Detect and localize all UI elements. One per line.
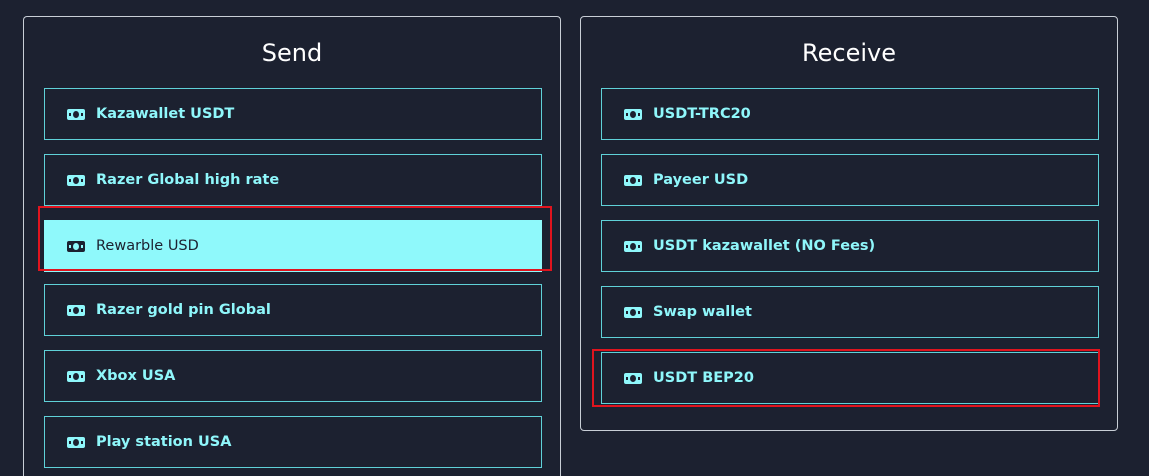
option-label: Kazawallet USDT xyxy=(96,106,235,122)
money-bill-icon xyxy=(67,240,85,252)
receive-option-swap-wallet[interactable]: Swap wallet xyxy=(601,286,1099,338)
option-label: Play station USA xyxy=(96,434,232,450)
receive-title: Receive xyxy=(802,39,896,67)
money-bill-icon xyxy=(624,108,642,120)
send-option-razer-gold-pin-global[interactable]: Razer gold pin Global xyxy=(44,284,542,336)
option-label: Payeer USD xyxy=(653,172,749,188)
send-option-kazawallet-usdt[interactable]: Kazawallet USDT xyxy=(44,88,542,140)
receive-option-usdt-trc20[interactable]: USDT-TRC20 xyxy=(601,88,1099,140)
option-label: Xbox USA xyxy=(96,368,176,384)
money-bill-icon xyxy=(67,304,85,316)
money-bill-icon xyxy=(67,370,85,382)
send-option-xbox-usa[interactable]: Xbox USA xyxy=(44,350,542,402)
option-label: Razer gold pin Global xyxy=(96,302,271,318)
option-label: USDT BEP20 xyxy=(653,370,754,386)
receive-panel: Receive USDT-TRC20 Payeer USD USDT kazaw… xyxy=(580,16,1118,431)
money-bill-icon xyxy=(67,108,85,120)
money-bill-icon xyxy=(624,174,642,186)
send-option-rewarble-usd[interactable]: Rewarble USD xyxy=(44,220,542,272)
money-bill-icon xyxy=(67,436,85,448)
option-label: USDT kazawallet (NO Fees) xyxy=(653,238,876,254)
money-bill-icon xyxy=(67,174,85,186)
option-label: Swap wallet xyxy=(653,304,752,320)
receive-option-payeer-usd[interactable]: Payeer USD xyxy=(601,154,1099,206)
receive-option-usdt-kazawallet[interactable]: USDT kazawallet (NO Fees) xyxy=(601,220,1099,272)
money-bill-icon xyxy=(624,306,642,318)
send-option-play-station-usa[interactable]: Play station USA xyxy=(44,416,542,468)
option-label: Razer Global high rate xyxy=(96,172,280,188)
receive-option-usdt-bep20[interactable]: USDT BEP20 xyxy=(601,352,1099,404)
send-panel: Send Kazawallet USDT Razer Global high r… xyxy=(23,16,561,476)
send-title: Send xyxy=(261,39,323,67)
send-option-razer-global-high-rate[interactable]: Razer Global high rate xyxy=(44,154,542,206)
option-label: USDT-TRC20 xyxy=(653,106,751,122)
money-bill-icon xyxy=(624,240,642,252)
money-bill-icon xyxy=(624,372,642,384)
option-label: Rewarble USD xyxy=(96,238,199,254)
